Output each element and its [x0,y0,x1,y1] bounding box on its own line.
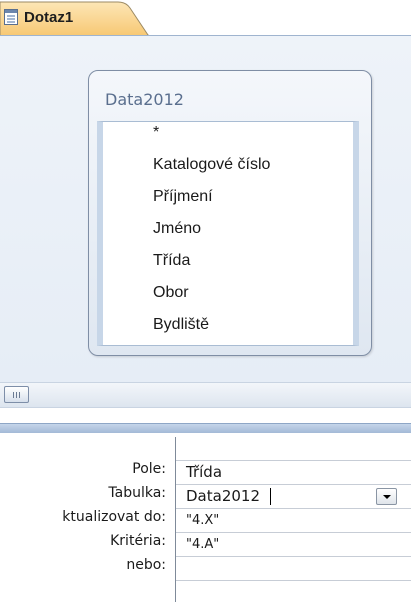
table-field-list[interactable]: Data2012 * Katalogové číslo Příjmení Jmé… [88,70,372,356]
scroll-thumb[interactable] [4,386,29,403]
field-item[interactable]: Bydliště [153,316,209,334]
cell-tabulka[interactable]: Data2012 [176,485,411,509]
field-item[interactable]: Jméno [153,220,201,238]
cell-kriteria-value: "4.A" [186,537,220,552]
cell-header[interactable] [176,437,411,461]
cell-aktualizovat[interactable]: "4.X" [176,509,411,533]
cell-aktualizovat-value: "4.X" [186,513,220,528]
tab-shape [0,1,150,36]
horizontal-scrollbar[interactable] [0,382,411,408]
cell-kriteria[interactable]: "4.A" [176,533,411,557]
cell-nebo[interactable] [176,557,411,581]
cell-pole-value: Třída [186,463,223,481]
row-label-kriteria: Kritéria: [110,533,166,549]
cell-tabulka-value: Data2012 [186,487,260,505]
field-item[interactable]: Příjmení [153,188,213,206]
field-item[interactable]: Obor [153,284,189,302]
design-grid: Pole: Tabulka: ktualizovat do: Kritéria:… [0,433,411,602]
tab-label: Dotaz1 [24,9,74,26]
row-label-tabulka: Tabulka: [108,485,166,501]
field-list: * Katalogové číslo Příjmení Jméno Třída … [97,121,359,346]
tab-dotaz1[interactable]: Dotaz1 [0,0,150,36]
query-design-pane: Data2012 * Katalogové číslo Příjmení Jmé… [0,36,411,382]
row-label-aktualizovat: ktualizovat do: [62,509,166,525]
tab-strip: Dotaz1 [0,0,411,36]
text-caret [270,488,271,505]
table-title: Data2012 [105,90,184,109]
grid-column: Třída Data2012 "4.X" "4.A" [175,437,411,602]
row-label-nebo: nebo: [126,557,166,573]
dropdown-arrow-icon[interactable] [376,488,397,505]
field-item[interactable]: Třída [153,252,190,270]
row-label-pole: Pole: [132,461,166,477]
field-item[interactable]: * [153,124,159,142]
field-item[interactable]: Katalogové číslo [153,156,270,174]
query-icon [4,9,18,25]
cell-pole[interactable]: Třída [176,461,411,485]
